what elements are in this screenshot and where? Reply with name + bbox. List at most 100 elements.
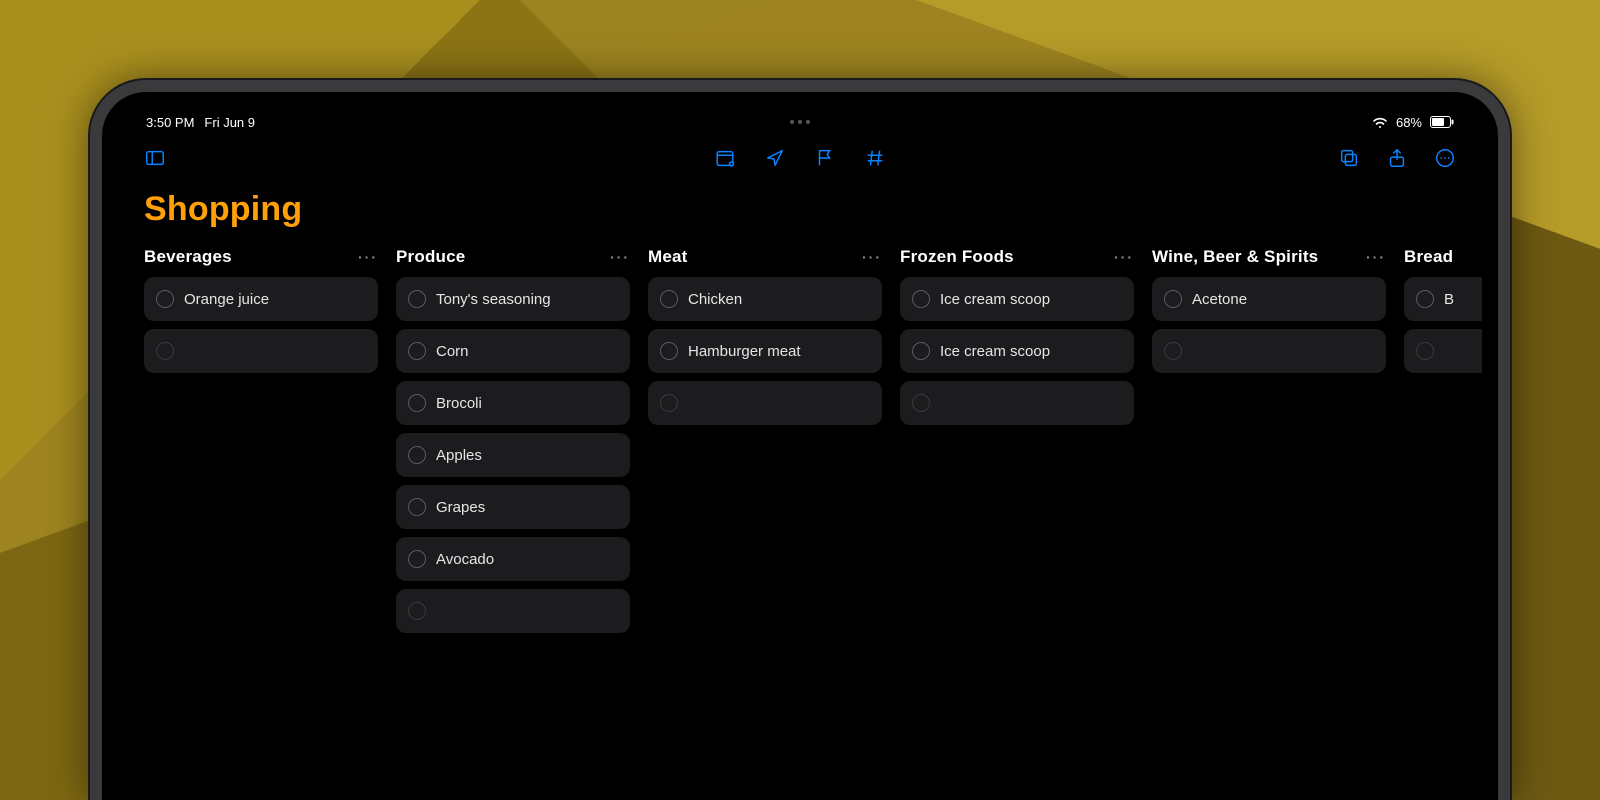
- column-cards: Orange juice: [144, 277, 378, 373]
- reminder-label: Apples: [436, 447, 482, 464]
- checkbox-circle-icon[interactable]: [408, 290, 426, 308]
- reminder-label: Tony's seasoning: [436, 291, 551, 308]
- column-more-button[interactable]: ···: [862, 249, 882, 265]
- checkbox-circle-icon[interactable]: [912, 342, 930, 360]
- reminder-label: Orange juice: [184, 291, 269, 308]
- wifi-icon: [1372, 116, 1388, 128]
- checkbox-circle-icon[interactable]: [660, 290, 678, 308]
- status-bar: 3:50 PM Fri Jun 9 68%: [118, 108, 1482, 136]
- volume-down-button: [90, 512, 92, 530]
- column-more-button[interactable]: ···: [610, 249, 630, 265]
- empty-reminder-card[interactable]: [396, 589, 630, 633]
- empty-reminder-card[interactable]: [1152, 329, 1386, 373]
- column-cards: Tony's seasoning Corn Brocoli Apples Grapes A…: [396, 277, 630, 633]
- hashtag-icon[interactable]: [864, 147, 886, 169]
- column-cards: Acetone: [1152, 277, 1386, 373]
- column-header: Wine, Beer & Spirits ···: [1152, 247, 1386, 267]
- reminder-label: Ice cream scoop: [940, 291, 1050, 308]
- column-title: Frozen Foods: [900, 247, 1014, 267]
- power-button: [90, 562, 92, 602]
- flag-icon[interactable]: [814, 147, 836, 169]
- checkbox-circle-icon[interactable]: [912, 394, 930, 412]
- reminder-card[interactable]: Avocado: [396, 537, 630, 581]
- checkbox-circle-icon[interactable]: [1164, 290, 1182, 308]
- checkbox-circle-icon[interactable]: [156, 342, 174, 360]
- column-title: Wine, Beer & Spirits: [1152, 247, 1318, 267]
- reminder-card[interactable]: Apples: [396, 433, 630, 477]
- column-title: Meat: [648, 247, 688, 267]
- reminder-label: Corn: [436, 343, 469, 360]
- checkbox-circle-icon[interactable]: [408, 498, 426, 516]
- column: Meat ··· Chicken Hamburger meat: [648, 247, 882, 784]
- sidebar-toggle-button[interactable]: [144, 147, 166, 169]
- reminder-label: Hamburger meat: [688, 343, 801, 360]
- reminder-card[interactable]: Ice cream scoop: [900, 329, 1134, 373]
- status-time: 3:50 PM: [146, 115, 194, 130]
- reminder-card[interactable]: Ice cream scoop: [900, 277, 1134, 321]
- column: Bread··· B: [1404, 247, 1482, 784]
- column-title: Produce: [396, 247, 465, 267]
- checkbox-circle-icon[interactable]: [408, 602, 426, 620]
- app-toolbar: [118, 136, 1482, 180]
- board-columns[interactable]: Beverages ··· Orange juice Produce ··· Tony's…: [118, 247, 1482, 784]
- column-title: Beverages: [144, 247, 232, 267]
- reminder-card[interactable]: Orange juice: [144, 277, 378, 321]
- column-title: Bread: [1404, 247, 1453, 267]
- share-icon[interactable]: [1386, 147, 1408, 169]
- reminder-label: Chicken: [688, 291, 742, 308]
- reminder-card[interactable]: Brocoli: [396, 381, 630, 425]
- battery-percentage: 68%: [1396, 115, 1422, 130]
- multitask-grabber-icon[interactable]: [790, 120, 810, 124]
- reminder-card[interactable]: Tony's seasoning: [396, 277, 630, 321]
- reminder-label: Grapes: [436, 499, 485, 516]
- column-cards: Chicken Hamburger meat: [648, 277, 882, 425]
- checkbox-circle-icon[interactable]: [1416, 342, 1434, 360]
- location-icon[interactable]: [764, 147, 786, 169]
- column-more-button[interactable]: ···: [358, 249, 378, 265]
- checkbox-circle-icon[interactable]: [660, 394, 678, 412]
- column-header: Produce ···: [396, 247, 630, 267]
- column: Beverages ··· Orange juice: [144, 247, 378, 784]
- checkbox-circle-icon[interactable]: [1416, 290, 1434, 308]
- reminder-label: B: [1444, 291, 1454, 308]
- status-date: Fri Jun 9: [204, 115, 255, 130]
- column-header: Beverages ···: [144, 247, 378, 267]
- ipad-device-frame: 3:50 PM Fri Jun 9 68%: [90, 80, 1510, 800]
- reminder-card[interactable]: Grapes: [396, 485, 630, 529]
- column-more-button[interactable]: ···: [1114, 249, 1134, 265]
- column-header: Frozen Foods ···: [900, 247, 1134, 267]
- checkbox-circle-icon[interactable]: [156, 290, 174, 308]
- battery-icon: [1430, 116, 1454, 128]
- reminder-label: Avocado: [436, 551, 494, 568]
- reminder-card[interactable]: Chicken: [648, 277, 882, 321]
- empty-reminder-card[interactable]: [900, 381, 1134, 425]
- ipad-screen: 3:50 PM Fri Jun 9 68%: [118, 108, 1482, 784]
- checkbox-circle-icon[interactable]: [1164, 342, 1182, 360]
- reminder-card[interactable]: Hamburger meat: [648, 329, 882, 373]
- empty-reminder-card[interactable]: [1404, 329, 1482, 373]
- reminder-label: Acetone: [1192, 291, 1247, 308]
- checkbox-circle-icon[interactable]: [408, 550, 426, 568]
- reminder-card[interactable]: Corn: [396, 329, 630, 373]
- column-cards: Ice cream scoop Ice cream scoop: [900, 277, 1134, 425]
- calendar-icon[interactable]: [714, 147, 736, 169]
- column: Wine, Beer & Spirits ··· Acetone: [1152, 247, 1386, 784]
- checkbox-circle-icon[interactable]: [660, 342, 678, 360]
- checkbox-circle-icon[interactable]: [912, 290, 930, 308]
- reminder-card[interactable]: B: [1404, 277, 1482, 321]
- reminder-label: Brocoli: [436, 395, 482, 412]
- volume-up-button: [90, 472, 92, 490]
- checkbox-circle-icon[interactable]: [408, 394, 426, 412]
- column-header: Meat ···: [648, 247, 882, 267]
- empty-reminder-card[interactable]: [144, 329, 378, 373]
- column-header: Bread···: [1404, 247, 1482, 267]
- column: Frozen Foods···Ice cream scoopIce cream …: [900, 247, 1134, 784]
- column-more-button[interactable]: ···: [1366, 249, 1386, 265]
- checkbox-circle-icon[interactable]: [408, 342, 426, 360]
- more-icon[interactable]: [1434, 147, 1456, 169]
- reminder-label: Ice cream scoop: [940, 343, 1050, 360]
- checkbox-circle-icon[interactable]: [408, 446, 426, 464]
- copy-icon[interactable]: [1338, 147, 1360, 169]
- reminder-card[interactable]: Acetone: [1152, 277, 1386, 321]
- empty-reminder-card[interactable]: [648, 381, 882, 425]
